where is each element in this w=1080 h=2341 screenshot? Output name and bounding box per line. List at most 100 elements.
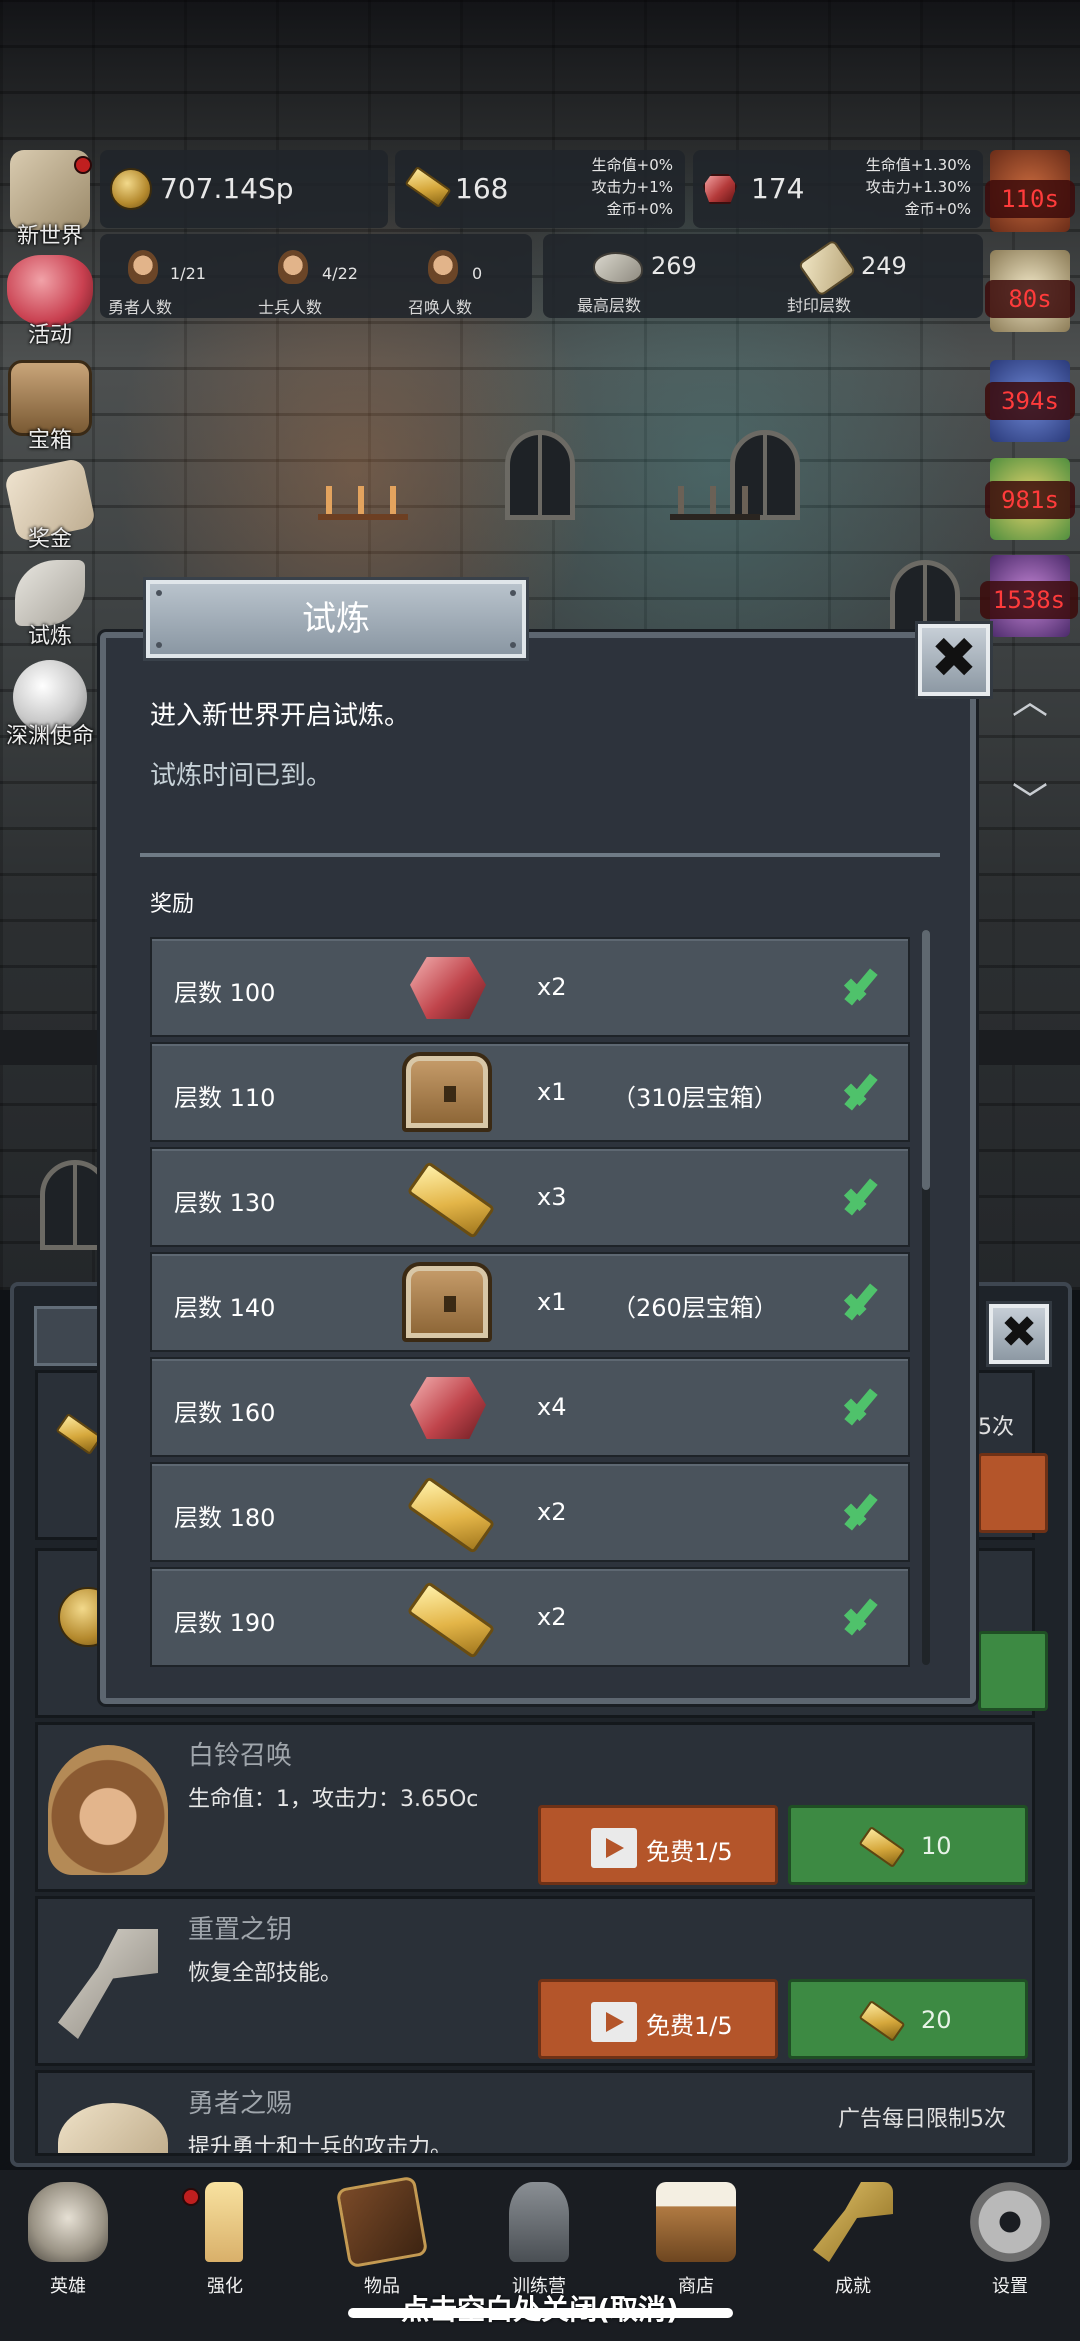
castle-window — [505, 430, 575, 520]
checkmark-icon — [834, 967, 878, 1007]
checkmark-icon — [834, 1597, 878, 1637]
menu-chest[interactable]: 宝箱 — [0, 360, 100, 453]
gold-bar-icon — [858, 1825, 906, 1869]
menu-event-label: 活动 — [27, 323, 72, 348]
reward-floor: 层数 130 — [174, 1189, 276, 1217]
shop-limit: 5次 — [978, 1415, 1014, 1440]
nav-hero[interactable]: 英雄 — [13, 2182, 123, 2297]
nav-achievement[interactable]: 成就 — [798, 2182, 908, 2297]
chest-icon — [402, 1052, 492, 1132]
modal-title: 试炼 — [146, 580, 526, 658]
gold-bar-icon — [404, 165, 452, 209]
checkmark-icon — [834, 1177, 878, 1217]
nav-training[interactable]: 训练营 — [484, 2182, 594, 2297]
lantern-icon — [509, 2182, 569, 2262]
reward-quantity: x2 — [537, 1498, 567, 1526]
buff-timer: 1538s — [980, 581, 1078, 619]
gold-bar-icon — [858, 1999, 906, 2043]
chevron-down-icon[interactable]: ﹀ — [1010, 784, 1050, 820]
reward-floor: 层数 180 — [174, 1504, 276, 1532]
gold-bar-icon — [406, 1160, 496, 1240]
menu-abyss-mission[interactable]: 深渊使命 — [0, 660, 100, 750]
menu-abyss-mission-label: 深渊使命 — [5, 724, 94, 749]
feather-icon — [15, 560, 85, 626]
nav-settings[interactable]: 设置 — [955, 2182, 1065, 2297]
checkmark-icon — [834, 1282, 878, 1322]
scroll-icon — [797, 238, 857, 298]
menu-event[interactable]: 活动 — [0, 255, 100, 348]
reward-section-label: 奖励 — [150, 892, 195, 917]
coin-amount: 707.14Sp — [160, 172, 294, 205]
nav-items[interactable]: 物品 — [327, 2175, 437, 2297]
reward-quantity: x2 — [537, 1603, 567, 1631]
shop-item-desc: 恢复全部技能。 — [188, 1961, 343, 1986]
max-floor: 269 — [651, 252, 697, 280]
reward-row: 层数 130 x3 — [150, 1147, 910, 1247]
free-summon-label: 免费1/5 — [646, 1838, 733, 1866]
gem-icon — [703, 174, 737, 204]
gold-reset-cost: 20 — [921, 2006, 952, 2034]
summon-head-icon — [428, 250, 458, 284]
soldier-count: 4/22 — [322, 264, 358, 283]
gold-bonus: 生命值+0% 攻击力+1% 金币+0% — [591, 156, 673, 218]
buff-timer: 80s — [985, 280, 1075, 318]
hero-count: 1/21 — [170, 264, 206, 283]
gold-reset-button[interactable]: 20 — [788, 1979, 1028, 2059]
nav-shop[interactable]: 商店 — [641, 2182, 751, 2297]
reward-row: 层数 110 x1 （310层宝箱） — [150, 1042, 910, 1142]
floor-panel: 269 最高层数 249 封印层数 — [543, 234, 983, 318]
gem-bonus: 生命值+1.30% 攻击力+1.30% 金币+0% — [865, 156, 971, 218]
reward-note: （310层宝箱） — [612, 1084, 778, 1112]
gem-panel[interactable]: 174 生命值+1.30% 攻击力+1.30% 金币+0% — [693, 150, 983, 228]
sack-icon — [58, 2103, 168, 2153]
shop-buy-button[interactable] — [978, 1631, 1048, 1711]
modal-divider — [140, 853, 940, 857]
coin-panel: 707.14Sp — [100, 150, 388, 228]
checkmark-icon — [834, 1492, 878, 1532]
checkmark-icon — [834, 1072, 878, 1112]
nav-enhance[interactable]: 强化 — [170, 2182, 280, 2297]
gear-icon — [970, 2182, 1050, 2262]
population-panel: 1/21 勇者人数 4/22 士兵人数 0 召唤人数 — [100, 234, 532, 318]
menu-new-world[interactable]: 新世界 — [0, 150, 100, 249]
seal-floor: 249 — [861, 252, 907, 280]
soldier-head-icon — [278, 250, 308, 284]
menu-bonus[interactable]: 奖金 — [0, 457, 100, 555]
shop-item-desc: 生命值：1，攻击力：3.65Oc — [188, 1787, 479, 1812]
reward-scrollbar-thumb[interactable] — [922, 930, 930, 1190]
hero-count-label: 勇者人数 — [108, 298, 173, 317]
video-icon — [591, 1828, 637, 1868]
shop-row-hero-gift: 勇者之赐 提升勇士和士兵的攻击力。 广告每日限制5次 — [35, 2070, 1035, 2156]
menu-chest-label: 宝箱 — [27, 428, 72, 453]
rivet — [156, 642, 162, 648]
key-icon — [813, 2182, 893, 2262]
shop-item-title: 勇者之赐 — [188, 2089, 293, 2119]
shop-buy-button[interactable] — [978, 1453, 1048, 1533]
reward-row: 层数 180 x2 — [150, 1462, 910, 1562]
gold-bar-icon — [406, 1475, 496, 1555]
free-reset-button[interactable]: 免费1/5 — [538, 1979, 778, 2059]
menu-trial[interactable]: 试炼 — [0, 560, 100, 650]
gem-icon — [410, 1377, 486, 1439]
shop-item-desc: 提升勇士和士兵的攻击力。 — [188, 2135, 453, 2156]
summon-count: 0 — [472, 264, 483, 283]
notification-dot — [74, 156, 92, 174]
summon-count-label: 召唤人数 — [408, 298, 473, 317]
shop-close-button[interactable]: ✖ — [989, 1304, 1049, 1364]
modal-close-button[interactable]: ✖ — [918, 624, 990, 696]
stone-icon — [593, 252, 643, 284]
gold-bar-icon — [55, 1412, 103, 1456]
home-indicator[interactable] — [348, 2308, 733, 2318]
gold-summon-button[interactable]: 10 — [788, 1805, 1028, 1885]
gold-panel[interactable]: 168 生命值+0% 攻击力+1% 金币+0% — [395, 150, 685, 228]
rivet — [156, 590, 162, 596]
reward-floor: 层数 160 — [174, 1399, 276, 1427]
beer-mug-icon — [656, 2182, 736, 2262]
chevron-up-icon[interactable]: ︿ — [1010, 684, 1050, 720]
girl-avatar-icon — [48, 1745, 168, 1875]
reward-floor: 层数 190 — [174, 1609, 276, 1637]
reward-floor: 层数 110 — [174, 1084, 276, 1112]
shop-row-white-bell-summon: 白铃召唤 生命值：1，攻击力：3.65Oc 免费1/5 10 — [35, 1722, 1035, 1892]
free-summon-button[interactable]: 免费1/5 — [538, 1805, 778, 1885]
trial-status: 试炼时间已到。 — [150, 761, 333, 791]
